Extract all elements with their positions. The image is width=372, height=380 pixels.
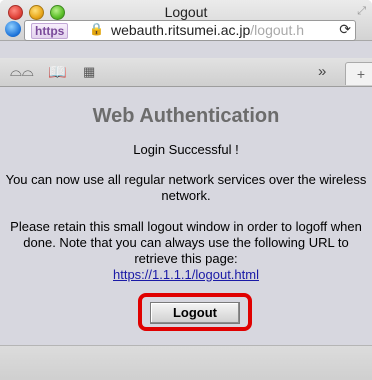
lock-icon: 🔒 <box>89 22 104 36</box>
network-info-text: You can now use all regular network serv… <box>5 172 367 203</box>
page-heading: Web Authentication <box>92 105 280 127</box>
browser-window: Logout ⤢ https 🔒 webauth.ritsumei.ac.jp/… <box>0 0 372 380</box>
retain-message: Please retain this small logout window i… <box>10 219 362 266</box>
reload-icon[interactable]: ⟳ <box>339 21 351 38</box>
logout-button[interactable]: Logout <box>150 302 240 324</box>
title-bar: Logout ⤢ https 🔒 webauth.ritsumei.ac.jp/… <box>0 0 372 41</box>
page-content: Web Authentication Login Successful ! Yo… <box>0 87 372 345</box>
globe-icon <box>5 21 21 37</box>
retain-window-text: Please retain this small logout window i… <box>0 219 372 283</box>
chevron-right-icon[interactable]: » <box>318 63 326 80</box>
resize-icon[interactable]: ⤢ <box>357 5 366 18</box>
window-title: Logout <box>164 4 208 20</box>
bookmarks-book-icon[interactable]: 📖 <box>48 63 67 81</box>
https-badge: https <box>31 23 69 39</box>
logout-url-link[interactable]: https://1.1.1.1/logout.html <box>113 267 259 282</box>
bookmarks-toolbar: ⌓⌓ 📖 ▦ » + <box>0 58 372 87</box>
grid-icon[interactable]: ▦ <box>83 64 95 80</box>
url-host: webauth.ritsumei.ac.jp <box>111 22 251 38</box>
url-text[interactable]: webauth.ritsumei.ac.jp/logout.h <box>111 22 304 38</box>
url-path: /logout.h <box>250 22 305 38</box>
address-bar[interactable]: https 🔒 webauth.ritsumei.ac.jp/logout.h … <box>24 20 356 41</box>
plus-icon[interactable]: + <box>345 62 372 85</box>
highlight-box: Logout <box>138 293 252 331</box>
status-bar <box>0 345 372 380</box>
reader-glasses-icon[interactable]: ⌓⌓ <box>10 63 34 80</box>
login-success-text: Login Successful ! <box>133 142 239 157</box>
